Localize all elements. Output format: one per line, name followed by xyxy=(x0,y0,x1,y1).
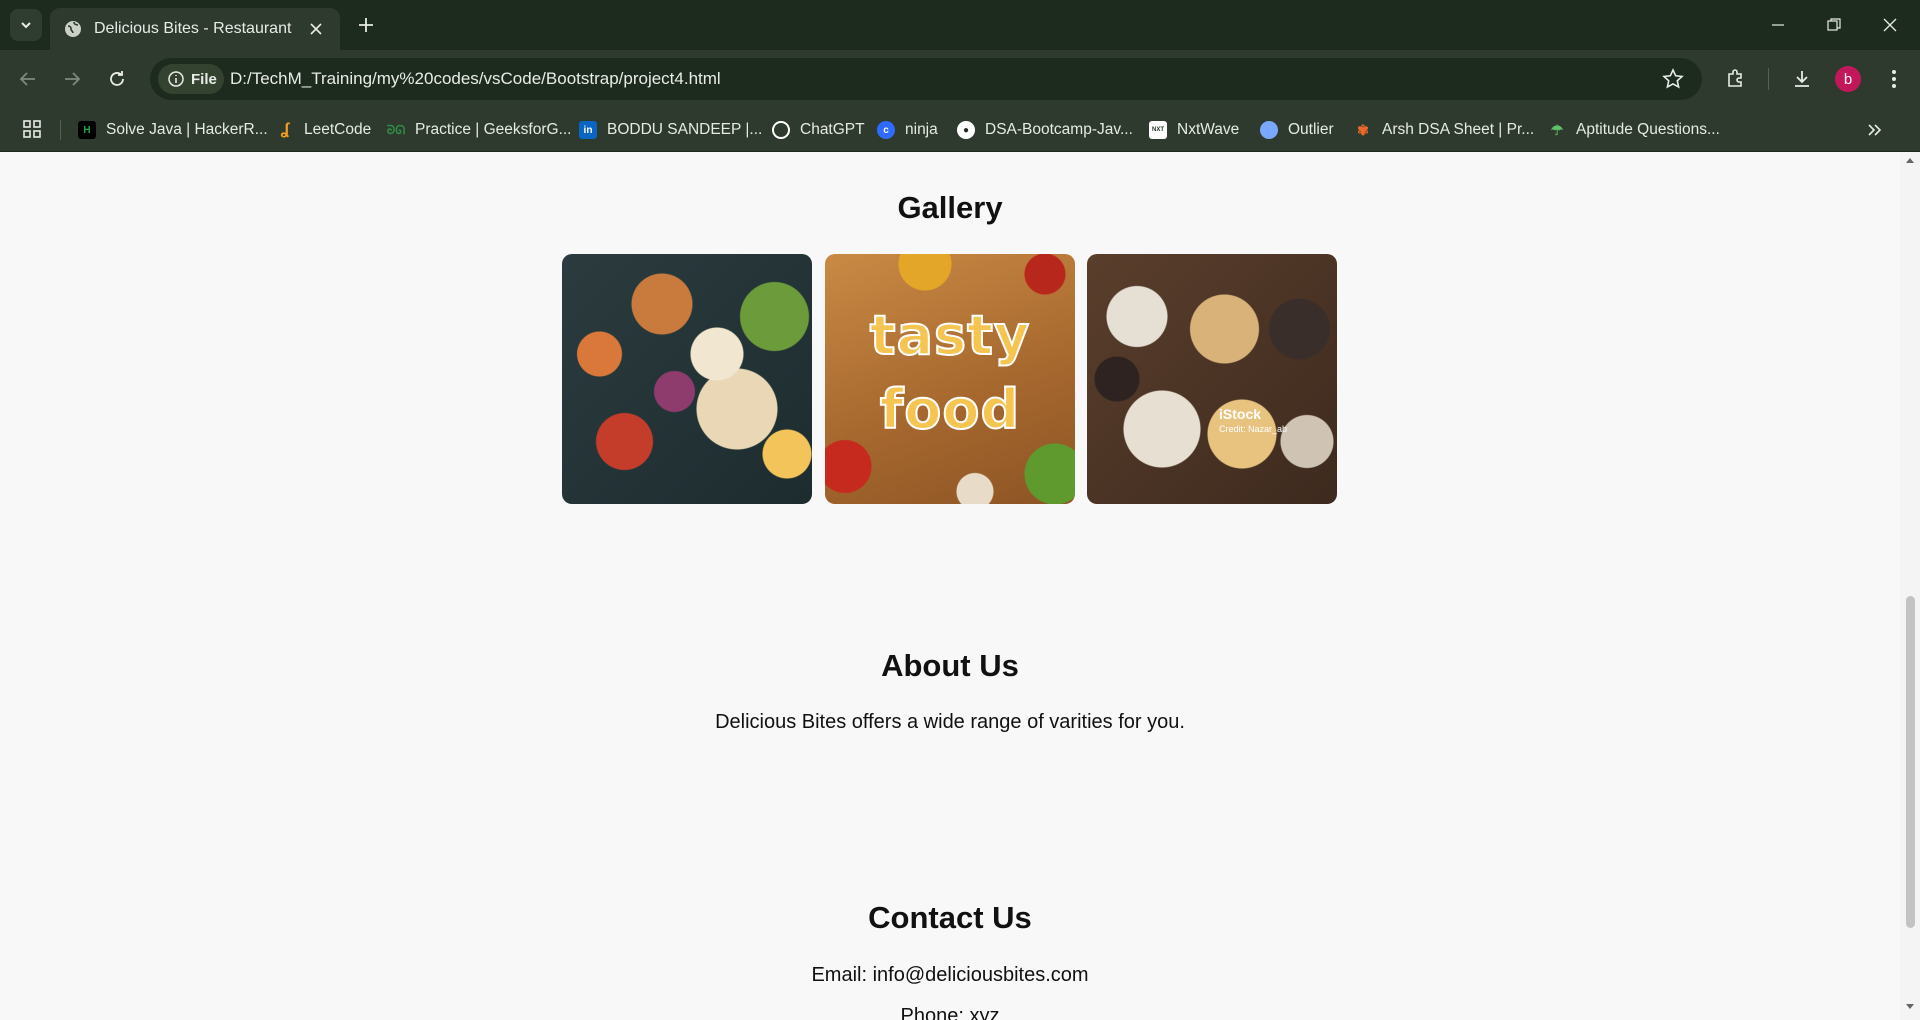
gallery-image-2: tasty food xyxy=(825,254,1075,504)
gallery-image-3: iStock Credit: Nazar_ab xyxy=(1087,254,1337,504)
image-watermark: iStock xyxy=(1219,406,1262,422)
bookmark-chatgpt[interactable]: ChatGPT xyxy=(772,118,865,142)
tab-title: Delicious Bites - Restaurant xyxy=(94,20,292,37)
globe-icon xyxy=(64,20,82,38)
bookmarks-bar: H Solve Java | HackerR... ʆ LeetCode ᘐᘏ … xyxy=(0,108,1920,152)
plus-icon xyxy=(359,18,373,32)
scroll-down-arrow-icon[interactable] xyxy=(1906,1004,1914,1009)
github-icon: ● xyxy=(957,121,975,139)
close-tab-button[interactable] xyxy=(304,17,328,41)
image-caption-line2: food xyxy=(879,377,1021,442)
tab-search-button[interactable] xyxy=(10,9,42,41)
bookmark-ninja[interactable]: c ninja xyxy=(877,118,938,142)
chatgpt-icon xyxy=(772,121,790,139)
leetcode-icon: ʆ xyxy=(280,121,290,138)
site-chip-label: File xyxy=(191,70,217,88)
close-icon xyxy=(1883,18,1897,32)
apps-grid-icon[interactable] xyxy=(22,119,44,141)
profile-avatar[interactable]: b xyxy=(1835,66,1861,92)
extensions-button[interactable] xyxy=(1722,65,1750,93)
reload-button[interactable] xyxy=(101,63,133,95)
ninja-icon: c xyxy=(877,121,895,139)
contact-phone: Phone: xyz xyxy=(900,1005,1000,1020)
bookmark-leetcode[interactable]: ʆ LeetCode xyxy=(276,118,372,142)
scroll-up-arrow-icon[interactable] xyxy=(1906,158,1914,163)
url-text[interactable]: D:/TechM_Training/my%20codes/vsCode/Boot… xyxy=(230,69,721,89)
chevron-down-icon xyxy=(21,22,31,29)
double-chevron-right-icon xyxy=(1868,124,1882,136)
bookmarks-divider xyxy=(60,120,61,140)
bookmark-outlier[interactable]: Outlier xyxy=(1260,118,1334,142)
arsh-dsa-icon: ✾ xyxy=(1357,121,1369,138)
arrow-right-icon xyxy=(65,72,81,86)
bookmark-aptitude[interactable]: ☂ Aptitude Questions... xyxy=(1548,118,1720,142)
bookmark-star-icon[interactable] xyxy=(1662,68,1684,90)
new-tab-button[interactable] xyxy=(352,11,380,39)
puzzle-icon xyxy=(1728,69,1742,87)
scrollbar-thumb[interactable] xyxy=(1906,596,1915,928)
address-bar[interactable]: File D:/TechM_Training/my%20codes/vsCode… xyxy=(150,58,1702,100)
image-credit: Credit: Nazar_ab xyxy=(1219,424,1288,434)
bookmark-geeksforgeeks[interactable]: ᘐᘏ Practice | GeeksforG... xyxy=(387,118,572,142)
forward-button[interactable] xyxy=(56,63,88,95)
bookmark-hackerrank[interactable]: H Solve Java | HackerR... xyxy=(78,118,268,142)
download-icon xyxy=(1795,71,1809,87)
image-caption-line1: tasty xyxy=(869,303,1031,368)
restore-icon xyxy=(1827,18,1841,31)
bookmark-arsh-dsa[interactable]: ✾ Arsh DSA Sheet | Pr... xyxy=(1354,118,1534,142)
menu-button[interactable] xyxy=(1880,65,1908,93)
minimize-button[interactable] xyxy=(1750,0,1806,50)
page-viewport: Gallery tasty food iStock Credit: Nazar_… xyxy=(0,152,1900,1020)
contact-heading: Contact Us xyxy=(868,900,1032,935)
gallery-heading: Gallery xyxy=(897,190,1003,225)
outlier-icon xyxy=(1260,121,1278,139)
site-info-chip[interactable]: File xyxy=(158,64,224,94)
browser-toolbar: File D:/TechM_Training/my%20codes/vsCode… xyxy=(0,50,1920,108)
bookmarks-overflow-button[interactable] xyxy=(1862,118,1886,142)
more-vertical-icon xyxy=(1892,70,1896,88)
reload-icon xyxy=(110,71,124,86)
linkedin-icon: in xyxy=(579,121,597,139)
bookmark-nxtwave[interactable]: NXT NxtWave xyxy=(1149,118,1239,142)
about-heading: About Us xyxy=(881,648,1019,683)
active-tab[interactable]: Delicious Bites - Restaurant xyxy=(50,8,340,50)
nxtwave-icon: NXT xyxy=(1149,121,1167,139)
tab-strip: Delicious Bites - Restaurant xyxy=(0,0,1920,50)
about-text: Delicious Bites offers a wide range of v… xyxy=(715,711,1185,733)
page-scrollbar[interactable] xyxy=(1900,152,1920,1020)
back-button[interactable] xyxy=(12,63,44,95)
close-window-button[interactable] xyxy=(1862,0,1918,50)
aptitude-icon: ☂ xyxy=(1550,121,1564,138)
downloads-button[interactable] xyxy=(1788,65,1816,93)
toolbar-divider xyxy=(1768,68,1769,90)
bookmark-github[interactable]: ● DSA-Bootcamp-Jav... xyxy=(957,118,1133,142)
contact-email: Email: info@deliciousbites.com xyxy=(811,964,1089,986)
close-icon xyxy=(310,23,322,35)
hackerrank-icon: H xyxy=(78,121,96,139)
gallery-image-1 xyxy=(562,254,812,504)
bookmark-linkedin[interactable]: in BODDU SANDEEP |... xyxy=(579,118,762,142)
info-icon xyxy=(168,71,184,87)
geeksforgeeks-icon: ᘐᘏ xyxy=(386,122,406,137)
arrow-left-icon xyxy=(19,72,35,86)
restore-button[interactable] xyxy=(1806,0,1862,50)
minimize-icon xyxy=(1772,24,1784,26)
